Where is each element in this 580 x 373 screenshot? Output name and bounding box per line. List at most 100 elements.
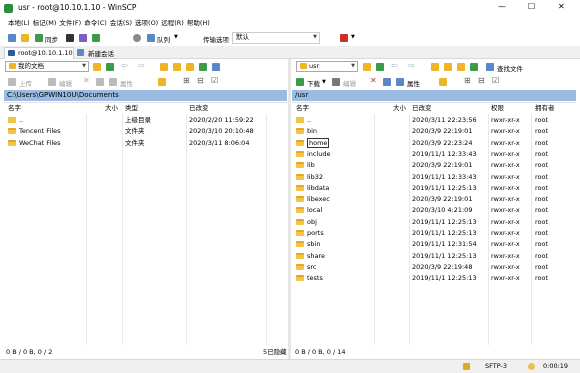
left-col-modified[interactable]: 已改变 [189, 103, 209, 114]
root-dir-icon[interactable] [444, 63, 452, 71]
right-path-bar[interactable]: /usr [292, 90, 576, 101]
table-row[interactable]: src 2020/3/9 22:19:48 rwxr-xr-x root [292, 262, 576, 273]
panel-splitter[interactable] [288, 59, 291, 359]
close-button[interactable]: ✕ [558, 2, 565, 11]
left-path-bar[interactable]: C:\Users\GPWIN10U\Documents [4, 90, 287, 101]
plus-icon[interactable]: ⊞ [464, 76, 471, 85]
sync-browse-icon[interactable] [35, 34, 43, 42]
table-row[interactable]: .. 上级目录 2020/2/20 11:59:22 [4, 115, 287, 126]
putty-icon[interactable] [79, 34, 87, 42]
menu-mark[interactable]: 标记(M) [33, 17, 57, 30]
sync-button[interactable]: 同步 [45, 34, 58, 44]
properties-button[interactable]: 属性 [120, 78, 133, 88]
table-row[interactable]: .. 2020/3/11 22:23:56 rwxr-xr-x root [292, 115, 576, 126]
table-row[interactable]: WeChat Files 文件夹 2020/3/11 8:06:04 [4, 138, 287, 149]
new-icon[interactable] [439, 78, 447, 86]
minus-icon[interactable]: ⊟ [197, 76, 204, 85]
root-dir-icon[interactable] [173, 63, 181, 71]
new-session-icon[interactable] [77, 49, 84, 56]
plus-icon[interactable]: ⊞ [183, 76, 190, 85]
menu-options[interactable]: 选项(O) [135, 17, 158, 30]
upload-button[interactable]: 上传 [19, 78, 32, 88]
session-tab[interactable]: root@10.10.1.10 [4, 47, 74, 59]
left-file-list[interactable]: 名字 大小 类型 已改变 .. 上级目录 2020/2/20 11:59:22 Ten… [4, 102, 287, 345]
table-row[interactable]: lib32 2019/11/1 12:33:43 rwxr-xr-x root [292, 172, 576, 183]
parent-dir-icon[interactable] [160, 63, 168, 71]
left-col-name[interactable]: 名字 [8, 103, 21, 114]
table-row[interactable]: tests 2019/11/1 12:25:13 rwxr-xr-x root [292, 273, 576, 284]
connect-icon[interactable] [340, 34, 348, 42]
transfer-options-select[interactable]: 默认 ▼ [232, 32, 320, 44]
table-row[interactable]: obj 2019/11/1 12:25:13 rwxr-xr-x root [292, 217, 576, 228]
download-icon[interactable] [296, 78, 304, 86]
table-row[interactable]: lib 2020/3/9 22:19:01 rwxr-xr-x root [292, 160, 576, 171]
edit-icon[interactable] [48, 78, 56, 86]
edit-button[interactable]: 编辑 [59, 78, 72, 88]
table-row[interactable]: include 2019/11/1 12:33:43 rwxr-xr-x root [292, 149, 576, 160]
table-row[interactable]: bin 2020/3/9 22:19:01 rwxr-xr-x root [292, 126, 576, 137]
menu-remote[interactable]: 远程(R) [161, 17, 184, 30]
menu-file[interactable]: 文件(F) [59, 17, 81, 30]
left-location-select[interactable]: 我的文档 ▼ [5, 61, 89, 72]
refresh-icon[interactable] [199, 63, 207, 71]
find-files-button[interactable]: 查找文件 [497, 63, 523, 73]
terminal-icon[interactable] [66, 34, 74, 42]
right-col-name[interactable]: 名字 [296, 103, 309, 114]
table-row[interactable]: Tencent Files 文件夹 2020/3/10 20:10:48 [4, 126, 287, 137]
back-icon[interactable]: ⇦ [121, 61, 128, 70]
left-col-size[interactable]: 大小 [105, 103, 118, 114]
chevron-down-icon[interactable]: ▼ [174, 34, 178, 40]
right-col-modified[interactable]: 已改变 [412, 103, 432, 114]
filter-icon[interactable] [106, 63, 114, 71]
minimize-button[interactable]: — [498, 2, 506, 11]
new-session-icon[interactable] [8, 34, 16, 42]
properties-icon[interactable] [109, 78, 117, 86]
table-row[interactable]: ports 2019/11/1 12:25:13 rwxr-xr-x root [292, 228, 576, 239]
table-row[interactable]: libexec 2020/3/9 22:19:01 rwxr-xr-x root [292, 194, 576, 205]
edit-icon[interactable] [332, 78, 340, 86]
right-location-select[interactable]: usr ▼ [296, 61, 358, 72]
queue-button[interactable]: 队列 [157, 34, 170, 44]
folder-open-icon[interactable] [93, 63, 101, 71]
checks-icon[interactable]: ☑ [211, 76, 218, 85]
open-folder-icon[interactable] [21, 34, 29, 42]
find-icon[interactable] [486, 63, 494, 71]
home-icon[interactable] [457, 63, 465, 71]
checks-icon[interactable]: ☑ [492, 76, 499, 85]
find-icon[interactable] [212, 63, 220, 71]
folder-open-icon[interactable] [363, 63, 371, 71]
queue-gear-icon[interactable] [133, 34, 141, 42]
menu-session[interactable]: 会话(S) [110, 17, 132, 30]
right-col-size[interactable]: 大小 [393, 103, 406, 114]
delete-icon[interactable]: ✕ [370, 76, 377, 85]
table-row[interactable]: local 2020/3/10 4:21:09 rwxr-xr-x root [292, 205, 576, 216]
rename-icon[interactable] [96, 78, 104, 86]
right-file-list[interactable]: 名字 大小 已改变 权限 拥有者 .. 2020/3/11 22:23:56 rwx… [292, 102, 576, 345]
refresh-icon[interactable] [92, 34, 100, 42]
home-icon[interactable] [186, 63, 194, 71]
table-row[interactable]: share 2019/11/1 12:25:13 rwxr-xr-x root [292, 251, 576, 262]
edit-button[interactable]: 编辑 [343, 78, 356, 88]
properties-icon[interactable] [396, 78, 404, 86]
table-row[interactable]: sbin 2019/11/1 12:31:54 rwxr-xr-x root [292, 239, 576, 250]
forward-icon[interactable]: ⇨ [408, 61, 415, 70]
chevron-down-icon[interactable]: ▼ [322, 79, 326, 85]
new-icon[interactable] [158, 78, 166, 86]
right-col-perms[interactable]: 权限 [491, 103, 504, 114]
menu-help[interactable]: 帮助(H) [187, 17, 210, 30]
table-row[interactable]: libdata 2019/11/1 12:25:13 rwxr-xr-x root [292, 183, 576, 194]
download-button[interactable]: 下载 [307, 78, 320, 88]
queue-icon[interactable] [147, 34, 155, 42]
menu-local[interactable]: 本地(L) [8, 17, 30, 30]
refresh-icon[interactable] [470, 63, 478, 71]
table-row[interactable]: home 2020/3/9 22:23:24 rwxr-xr-x root [292, 137, 576, 149]
left-col-type[interactable]: 类型 [125, 103, 138, 114]
back-icon[interactable]: ⇦ [391, 61, 398, 70]
maximize-button[interactable]: ☐ [528, 2, 535, 11]
minus-icon[interactable]: ⊟ [478, 76, 485, 85]
forward-icon[interactable]: ⇨ [138, 61, 145, 70]
delete-icon[interactable]: ✕ [83, 76, 90, 85]
chevron-down-icon[interactable]: ▼ [351, 34, 355, 40]
properties-button[interactable]: 属性 [407, 78, 420, 88]
right-col-owner[interactable]: 拥有者 [535, 103, 555, 114]
